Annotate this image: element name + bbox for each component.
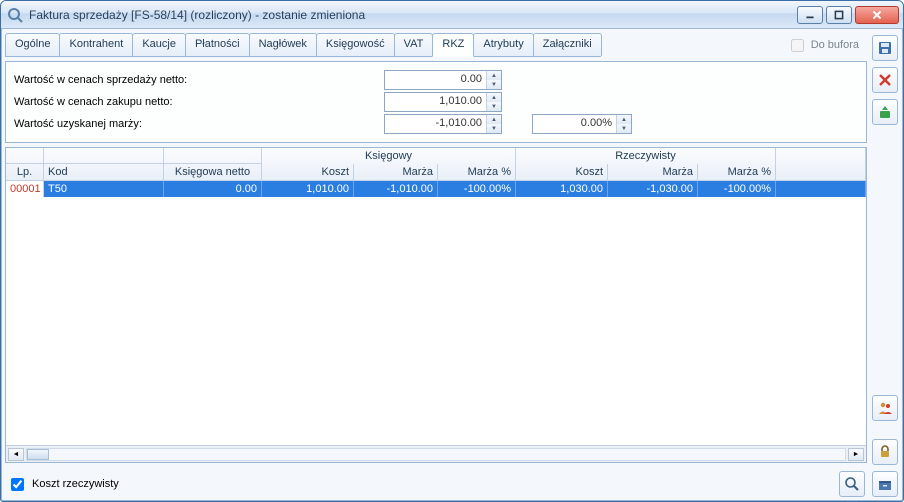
maximize-button[interactable]	[826, 6, 852, 24]
save-button[interactable]	[872, 35, 898, 61]
scroll-right[interactable]: ►	[848, 448, 864, 461]
grid-header-lp[interactable]: Lp.	[6, 164, 44, 180]
grid-header: Księgowy Rzeczywisty Lp. Kod Księgowa ne…	[6, 148, 866, 181]
grid-group-ksiegowy: Księgowy	[262, 148, 516, 164]
cell-r-koszt: 1,030.00	[516, 181, 608, 197]
app-window: Faktura sprzedaży [FS-58/14] (rozliczony…	[0, 0, 904, 502]
lock-button[interactable]	[872, 439, 898, 465]
tab-atrybuty[interactable]: Atrybuty	[473, 33, 533, 56]
minimize-button[interactable]	[797, 6, 823, 24]
tab-rkz[interactable]: RKZ	[432, 33, 474, 57]
spinner-down[interactable]: ▼	[487, 80, 501, 89]
buffer-label: Do bufora	[811, 39, 859, 51]
scroll-thumb[interactable]	[27, 449, 49, 460]
users-button[interactable]	[872, 395, 898, 421]
grid-header-marza1[interactable]: Marża	[354, 164, 438, 180]
tab-kontrahent[interactable]: Kontrahent	[59, 33, 133, 56]
grid-scrollbar[interactable]: ◄ ►	[6, 445, 866, 462]
cell-k-marza-pct: -100.00%	[438, 181, 516, 197]
tab-vat[interactable]: VAT	[394, 33, 434, 56]
magnifier-button[interactable]	[839, 471, 865, 497]
tab-nagłówek[interactable]: Nagłówek	[249, 33, 317, 56]
tab-kaucje[interactable]: Kaucje	[132, 33, 186, 56]
close-button[interactable]	[855, 6, 899, 24]
action-sidebar	[871, 33, 899, 497]
spinner-up[interactable]: ▲	[487, 115, 501, 124]
field-netto-zakup[interactable]: 1,010.00 ▲▼	[384, 92, 502, 112]
spinner-down[interactable]: ▼	[487, 102, 501, 111]
spinner-up[interactable]: ▲	[487, 93, 501, 102]
field-marza-pct[interactable]: 0.00% ▲▼	[532, 114, 632, 134]
archive-button[interactable]	[872, 471, 898, 497]
grid-group-rzeczywisty: Rzeczywisty	[516, 148, 776, 164]
cell-kod: T50	[44, 181, 164, 197]
summary-panel: Wartość w cenach sprzedaży netto: 0.00 ▲…	[5, 61, 867, 143]
spinner-down[interactable]: ▼	[617, 124, 631, 133]
grid-header-marzapct2[interactable]: Marża %	[698, 164, 776, 180]
tab-ogólne[interactable]: Ogólne	[5, 33, 60, 56]
tab-załączniki[interactable]: Załączniki	[533, 33, 602, 56]
grid-header-kn[interactable]: Księgowa netto	[164, 164, 262, 180]
grid-header-kod[interactable]: Kod	[44, 164, 164, 180]
export-button[interactable]	[872, 99, 898, 125]
app-icon	[7, 7, 23, 23]
table-row[interactable]: 00001T500.001,010.00-1,010.00-100.00%1,0…	[6, 181, 866, 197]
field-netto-sprz[interactable]: 0.00 ▲▼	[384, 70, 502, 90]
label-netto-zakup: Wartość w cenach zakupu netto:	[14, 96, 384, 108]
scroll-track[interactable]	[26, 448, 846, 461]
tabs-row: OgólneKontrahentKaucjePłatnościNagłówekK…	[5, 33, 867, 57]
label-netto-sprz: Wartość w cenach sprzedaży netto:	[14, 74, 384, 86]
cell-lp: 00001	[6, 181, 44, 197]
tab-strip: OgólneKontrahentKaucjePłatnościNagłówekK…	[5, 33, 601, 57]
real-cost-checkbox-input[interactable]	[11, 478, 24, 491]
spinner-up[interactable]: ▲	[487, 71, 501, 80]
titlebar: Faktura sprzedaży [FS-58/14] (rozliczony…	[1, 1, 903, 29]
grid-body[interactable]: 00001T500.001,010.00-1,010.00-100.00%1,0…	[6, 181, 866, 445]
client-area: OgólneKontrahentKaucjePłatnościNagłówekK…	[1, 29, 903, 501]
cancel-button[interactable]	[872, 67, 898, 93]
cell-r-marza: -1,030.00	[608, 181, 698, 197]
buffer-checkbox-input[interactable]	[791, 39, 804, 52]
cell-k-koszt: 1,010.00	[262, 181, 354, 197]
data-grid[interactable]: Księgowy Rzeczywisty Lp. Kod Księgowa ne…	[5, 147, 867, 463]
spinner-up[interactable]: ▲	[617, 115, 631, 124]
tab-płatności[interactable]: Płatności	[185, 33, 250, 56]
grid-header-marza2[interactable]: Marża	[608, 164, 698, 180]
tab-księgowość[interactable]: Księgowość	[316, 33, 395, 56]
main-pane: OgólneKontrahentKaucjePłatnościNagłówekK…	[5, 33, 867, 497]
cell-k-marza: -1,010.00	[354, 181, 438, 197]
window-buttons	[797, 6, 899, 24]
scroll-left[interactable]: ◄	[8, 448, 24, 461]
spinner-down[interactable]: ▼	[487, 124, 501, 133]
label-marza: Wartość uzyskanej marży:	[14, 118, 384, 130]
real-cost-checkbox[interactable]: Koszt rzeczywisty	[7, 475, 119, 494]
cell-kn: 0.00	[164, 181, 262, 197]
grid-header-koszt1[interactable]: Koszt	[262, 164, 354, 180]
window-title: Faktura sprzedaży [FS-58/14] (rozliczony…	[29, 8, 791, 22]
bottom-bar: Koszt rzeczywisty	[5, 467, 867, 497]
real-cost-label: Koszt rzeczywisty	[32, 478, 119, 490]
cell-r-marza-pct: -100.00%	[698, 181, 776, 197]
field-marza[interactable]: -1,010.00 ▲▼	[384, 114, 502, 134]
grid-header-koszt2[interactable]: Koszt	[516, 164, 608, 180]
grid-header-marzapct1[interactable]: Marża %	[438, 164, 516, 180]
buffer-checkbox[interactable]: Do bufora	[787, 36, 867, 55]
